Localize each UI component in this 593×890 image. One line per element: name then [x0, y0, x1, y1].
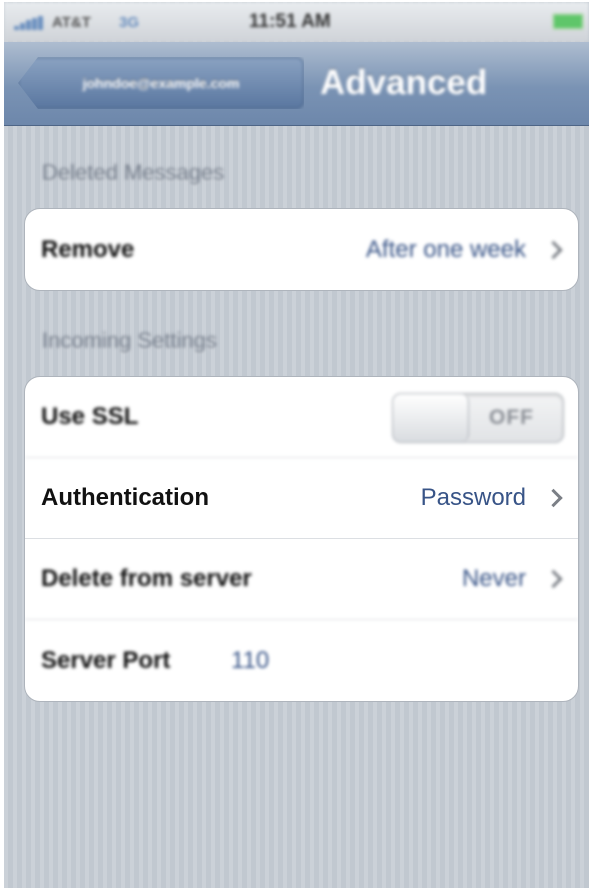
navigation-bar: johndoe@example.com Advanced: [4, 42, 589, 126]
use-ssl-toggle[interactable]: OFF: [392, 393, 564, 443]
status-bar: AT&T 3G 11:51 AM: [4, 2, 589, 42]
delete-from-server-value: Never: [461, 565, 526, 592]
section-header-deleted-messages: Deleted Messages: [42, 160, 225, 185]
server-port-label: Server Port: [41, 646, 171, 674]
incoming-settings-group: Use SSL OFF Authentication Password Dele…: [24, 376, 579, 702]
section-header-incoming-settings: Incoming Settings: [42, 328, 217, 353]
network-type: 3G: [119, 14, 140, 31]
back-button[interactable]: johndoe@example.com: [18, 57, 304, 109]
authentication-row[interactable]: Authentication Password: [25, 458, 578, 539]
authentication-label: Authentication: [41, 484, 209, 511]
server-port-row[interactable]: Server Port 110: [25, 620, 578, 701]
delete-from-server-label: Delete from server: [41, 565, 252, 592]
battery-icon: [552, 13, 584, 30]
chevron-right-icon: [544, 569, 563, 589]
use-ssl-row: Use SSL OFF: [25, 377, 578, 458]
delete-from-server-row[interactable]: Delete from server Never: [25, 539, 578, 620]
signal-strength-icon: [14, 16, 44, 30]
toggle-knob: [393, 394, 469, 442]
chevron-right-icon: [544, 240, 563, 259]
carrier-name: AT&T: [52, 14, 91, 31]
chevron-right-icon: [544, 488, 563, 508]
page-title: Advanced: [320, 63, 488, 102]
deleted-messages-group: Remove After one week: [24, 208, 579, 291]
remove-label: Remove: [41, 235, 135, 263]
toggle-state-text: OFF: [489, 406, 534, 429]
status-time: 11:51 AM: [249, 11, 331, 32]
remove-row[interactable]: Remove After one week: [25, 209, 578, 290]
server-port-value[interactable]: 110: [231, 647, 269, 675]
authentication-value: Password: [420, 484, 526, 511]
phone-screen: AT&T 3G 11:51 AM johndoe@example.com Adv…: [4, 2, 589, 888]
back-button-label: johndoe@example.com: [82, 75, 240, 91]
remove-value: After one week: [365, 235, 526, 263]
use-ssl-label: Use SSL: [41, 403, 139, 430]
